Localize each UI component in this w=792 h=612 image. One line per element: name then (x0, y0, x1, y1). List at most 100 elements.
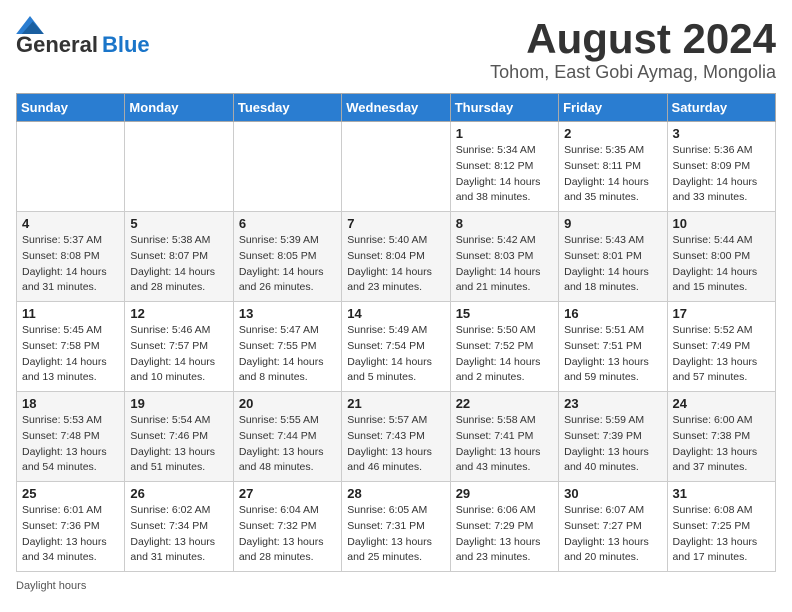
day-number: 1 (456, 126, 553, 141)
col-header-monday: Monday (125, 94, 233, 122)
day-number: 25 (22, 486, 119, 501)
day-number: 31 (673, 486, 770, 501)
calendar-week-1: 1 Sunrise: 5:34 AMSunset: 8:12 PMDaylight… (17, 122, 776, 212)
day-number: 21 (347, 396, 444, 411)
calendar-cell: 31 Sunrise: 6:08 AMSunset: 7:25 PMDayligh… (667, 482, 775, 572)
calendar-subtitle: Tohom, East Gobi Aymag, Mongolia (490, 62, 776, 83)
calendar-cell: 12 Sunrise: 5:46 AMSunset: 7:57 PMDayligh… (125, 302, 233, 392)
calendar-cell: 2Sunrise: 5:35 AMSunset: 8:11 PMDaylight… (559, 122, 667, 212)
day-info: Sunrise: 5:58 AMSunset: 7:41 PMDaylight:… (456, 413, 553, 476)
day-number: 10 (673, 216, 770, 231)
calendar-cell: 13 Sunrise: 5:47 AMSunset: 7:55 PMDayligh… (233, 302, 341, 392)
day-info: Sunrise: 6:05 AMSunset: 7:31 PMDaylight:… (347, 503, 444, 566)
day-info: Sunrise: 5:52 AMSunset: 7:49 PMDaylight:… (673, 323, 770, 386)
day-number: 6 (239, 216, 336, 231)
calendar-cell: 8Sunrise: 5:42 AMSunset: 8:03 PMDaylight… (450, 212, 558, 302)
day-number: 13 (239, 306, 336, 321)
calendar-cell: 9 Sunrise: 5:43 AMSunset: 8:01 PMDaylight… (559, 212, 667, 302)
day-info: Sunrise: 5:53 AMSunset: 7:48 PMDaylight:… (22, 413, 119, 476)
day-info: Sunrise: 5:40 AMSunset: 8:04 PMDaylight:… (347, 233, 444, 296)
calendar-cell (233, 122, 341, 212)
calendar-cell: 4 Sunrise: 5:37 AMSunset: 8:08 PMDaylight… (17, 212, 125, 302)
calendar-cell: 11 Sunrise: 5:45 AMSunset: 7:58 PMDayligh… (17, 302, 125, 392)
day-info: Sunrise: 6:08 AMSunset: 7:25 PMDaylight:… (673, 503, 770, 566)
day-number: 15 (456, 306, 553, 321)
calendar-cell: 25 Sunrise: 6:01 AMSunset: 7:36 PMDayligh… (17, 482, 125, 572)
header: GeneralBlue August 2024 Tohom, East Gobi… (16, 16, 776, 83)
calendar-cell: 23 Sunrise: 5:59 AMSunset: 7:39 PMDayligh… (559, 392, 667, 482)
calendar-cell: 10Sunrise: 5:44 AMSunset: 8:00 PMDayligh… (667, 212, 775, 302)
calendar-body: 1 Sunrise: 5:34 AMSunset: 8:12 PMDaylight… (17, 122, 776, 572)
col-header-thursday: Thursday (450, 94, 558, 122)
calendar-cell: 22Sunrise: 5:58 AMSunset: 7:41 PMDayligh… (450, 392, 558, 482)
day-info: Sunrise: 5:49 AMSunset: 7:54 PMDaylight:… (347, 323, 444, 386)
calendar-week-4: 18 Sunrise: 5:53 AMSunset: 7:48 PMDayligh… (17, 392, 776, 482)
day-number: 30 (564, 486, 661, 501)
calendar-cell: 30 Sunrise: 6:07 AMSunset: 7:27 PMDayligh… (559, 482, 667, 572)
calendar-cell: 20Sunrise: 5:55 AMSunset: 7:44 PMDayligh… (233, 392, 341, 482)
calendar-cell: 24Sunrise: 6:00 AMSunset: 7:38 PMDayligh… (667, 392, 775, 482)
day-info: Sunrise: 5:39 AMSunset: 8:05 PMDaylight:… (239, 233, 336, 296)
day-number: 8 (456, 216, 553, 231)
day-info: Sunrise: 6:04 AMSunset: 7:32 PMDaylight:… (239, 503, 336, 566)
day-number: 17 (673, 306, 770, 321)
calendar-week-3: 11 Sunrise: 5:45 AMSunset: 7:58 PMDayligh… (17, 302, 776, 392)
calendar-title: August 2024 (490, 16, 776, 62)
calendar-cell: 6 Sunrise: 5:39 AMSunset: 8:05 PMDaylight… (233, 212, 341, 302)
calendar-week-2: 4 Sunrise: 5:37 AMSunset: 8:08 PMDaylight… (17, 212, 776, 302)
day-info: Sunrise: 5:38 AMSunset: 8:07 PMDaylight:… (130, 233, 227, 296)
day-number: 18 (22, 396, 119, 411)
calendar-cell: 14 Sunrise: 5:49 AMSunset: 7:54 PMDayligh… (342, 302, 450, 392)
day-info: Sunrise: 5:36 AMSunset: 8:09 PMDaylight:… (673, 143, 770, 206)
day-info: Sunrise: 5:50 AMSunset: 7:52 PMDaylight:… (456, 323, 553, 386)
calendar-cell: 15 Sunrise: 5:50 AMSunset: 7:52 PMDayligh… (450, 302, 558, 392)
day-number: 7 (347, 216, 444, 231)
calendar-cell (125, 122, 233, 212)
day-info: Sunrise: 5:51 AMSunset: 7:51 PMDaylight:… (564, 323, 661, 386)
calendar-cell: 3Sunrise: 5:36 AMSunset: 8:09 PMDaylight… (667, 122, 775, 212)
day-info: Sunrise: 5:45 AMSunset: 7:58 PMDaylight:… (22, 323, 119, 386)
logo-general-text: General (16, 34, 98, 56)
calendar-cell: 18 Sunrise: 5:53 AMSunset: 7:48 PMDayligh… (17, 392, 125, 482)
day-info: Sunrise: 6:01 AMSunset: 7:36 PMDaylight:… (22, 503, 119, 566)
day-info: Sunrise: 5:59 AMSunset: 7:39 PMDaylight:… (564, 413, 661, 476)
day-info: Sunrise: 5:54 AMSunset: 7:46 PMDaylight:… (130, 413, 227, 476)
day-number: 2 (564, 126, 661, 141)
day-number: 28 (347, 486, 444, 501)
day-number: 4 (22, 216, 119, 231)
calendar-cell (342, 122, 450, 212)
day-info: Sunrise: 5:46 AMSunset: 7:57 PMDaylight:… (130, 323, 227, 386)
day-number: 12 (130, 306, 227, 321)
calendar-cell: 28 Sunrise: 6:05 AMSunset: 7:31 PMDayligh… (342, 482, 450, 572)
calendar-cell: 1 Sunrise: 5:34 AMSunset: 8:12 PMDaylight… (450, 122, 558, 212)
calendar-cell: 17 Sunrise: 5:52 AMSunset: 7:49 PMDayligh… (667, 302, 775, 392)
title-area: August 2024 Tohom, East Gobi Aymag, Mong… (490, 16, 776, 83)
day-number: 9 (564, 216, 661, 231)
calendar-cell: 7 Sunrise: 5:40 AMSunset: 8:04 PMDaylight… (342, 212, 450, 302)
col-header-sunday: Sunday (17, 94, 125, 122)
day-number: 19 (130, 396, 227, 411)
day-number: 14 (347, 306, 444, 321)
day-info: Sunrise: 5:37 AMSunset: 8:08 PMDaylight:… (22, 233, 119, 296)
day-info: Sunrise: 5:47 AMSunset: 7:55 PMDaylight:… (239, 323, 336, 386)
calendar-cell: 27Sunrise: 6:04 AMSunset: 7:32 PMDayligh… (233, 482, 341, 572)
day-number: 26 (130, 486, 227, 501)
logo-blue-text: Blue (102, 34, 150, 56)
day-number: 20 (239, 396, 336, 411)
day-number: 5 (130, 216, 227, 231)
col-header-wednesday: Wednesday (342, 94, 450, 122)
calendar-cell: 5 Sunrise: 5:38 AMSunset: 8:07 PMDaylight… (125, 212, 233, 302)
day-number: 23 (564, 396, 661, 411)
calendar-cell: 26Sunrise: 6:02 AMSunset: 7:34 PMDayligh… (125, 482, 233, 572)
day-number: 16 (564, 306, 661, 321)
footer-note: Daylight hours (16, 580, 776, 592)
col-header-friday: Friday (559, 94, 667, 122)
day-info: Sunrise: 6:06 AMSunset: 7:29 PMDaylight:… (456, 503, 553, 566)
day-number: 29 (456, 486, 553, 501)
calendar-cell: 19 Sunrise: 5:54 AMSunset: 7:46 PMDayligh… (125, 392, 233, 482)
day-info: Sunrise: 5:34 AMSunset: 8:12 PMDaylight:… (456, 143, 553, 206)
col-header-tuesday: Tuesday (233, 94, 341, 122)
day-number: 11 (22, 306, 119, 321)
day-info: Sunrise: 5:43 AMSunset: 8:01 PMDaylight:… (564, 233, 661, 296)
day-info: Sunrise: 6:07 AMSunset: 7:27 PMDaylight:… (564, 503, 661, 566)
